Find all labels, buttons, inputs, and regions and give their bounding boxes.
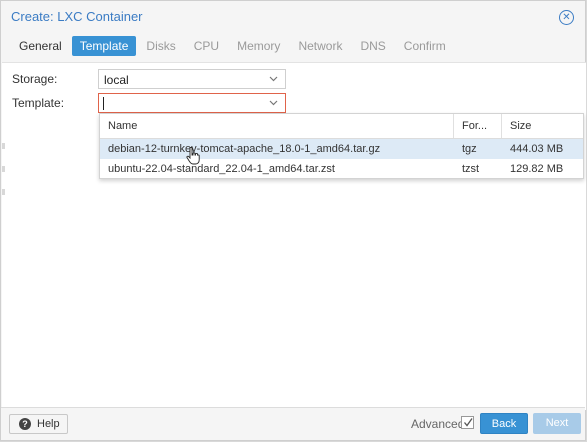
tab-general[interactable]: General [11,36,70,56]
table-row[interactable]: debian-12-turnkey-tomcat-apache_18.0-1_a… [100,139,583,159]
advanced-checkbox[interactable] [461,416,474,429]
tab-template[interactable]: Template [71,36,137,56]
table-row[interactable]: ubuntu-22.04-standard_22.04-1_amd64.tar.… [100,159,583,179]
hand-cursor-icon [186,147,200,165]
dialog-title: Create: LXC Container [11,9,143,24]
column-header-size[interactable]: Size [502,114,583,138]
help-button[interactable]: ? Help [9,414,68,434]
tab-cpu: CPU [193,39,220,53]
row-format: tzst [462,163,480,175]
row-format: tgz [462,143,477,155]
close-icon[interactable]: ✕ [559,10,574,25]
next-button[interactable]: Next [533,413,581,434]
storage-value: local [104,73,129,87]
storage-select[interactable]: local [98,69,286,89]
text-caret [103,97,104,110]
dialog-footer: ? Help Advanced Back Next [1,407,585,440]
grid-header: Name For... Size [100,114,583,139]
row-size: 444.03 MB [510,143,564,155]
template-label: Template: [12,96,65,110]
row-name: debian-12-turnkey-tomcat-apache_18.0-1_a… [108,143,381,155]
side-decoration [2,143,5,212]
column-header-format[interactable]: For... [454,114,502,138]
tab-dns: DNS [360,39,386,53]
tab-network: Network [298,39,343,53]
tab-confirm: Confirm [403,39,446,53]
wizard-tabs: General Template Disks CPU Memory Networ… [11,36,456,56]
chevron-down-icon[interactable] [268,97,279,108]
back-button[interactable]: Back [480,413,528,434]
checkmark-icon [464,418,473,427]
question-circle-icon: ? [19,418,31,430]
column-header-name[interactable]: Name [100,114,454,138]
template-select[interactable] [98,93,286,113]
tab-disks: Disks [146,39,176,53]
tab-memory: Memory [237,39,281,53]
row-size: 129.82 MB [510,163,564,175]
advanced-label: Advanced [411,417,465,431]
row-name: ubuntu-22.04-standard_22.04-1_amd64.tar.… [108,163,335,175]
create-lxc-dialog: Create: LXC Container ✕ General Template… [0,0,586,441]
chevron-down-icon[interactable] [268,73,279,84]
help-label: Help [37,418,60,430]
dialog-titlebar: Create: LXC Container ✕ [1,1,585,34]
template-dropdown-grid: Name For... Size debian-12-turnkey-tomca… [99,113,584,179]
storage-label: Storage: [12,72,58,86]
